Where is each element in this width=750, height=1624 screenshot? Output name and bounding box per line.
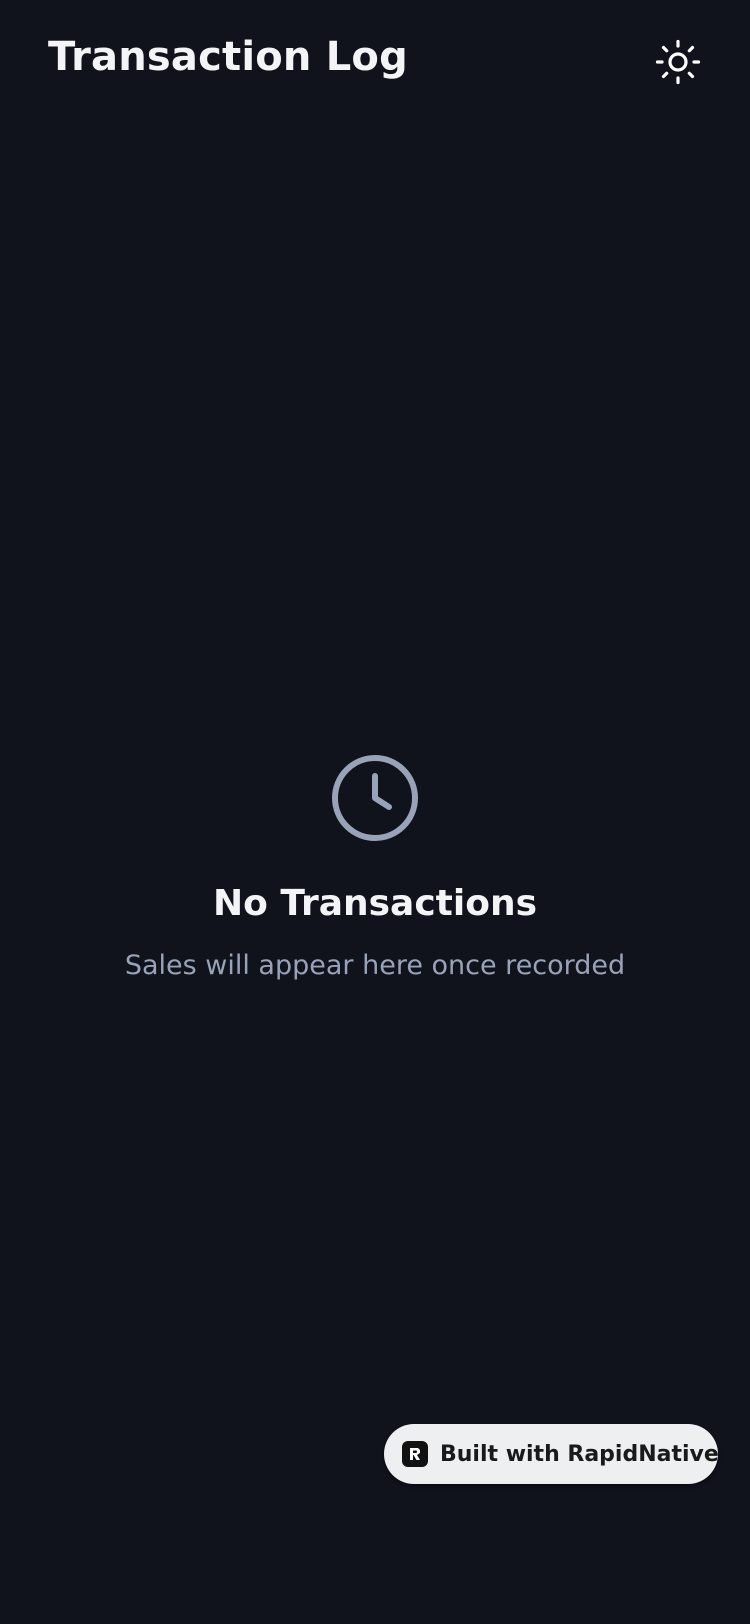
- theme-toggle-button[interactable]: [652, 36, 704, 88]
- badge-label: Built with RapidNative: [440, 1441, 719, 1467]
- empty-state-title: No Transactions: [212, 883, 538, 924]
- clock-icon: [332, 755, 418, 841]
- empty-state: No Transactions Sales will appear here o…: [0, 752, 750, 984]
- empty-state-subtitle: Sales will appear here once recorded: [124, 950, 626, 981]
- app-header: Transaction Log: [0, 0, 750, 120]
- built-with-rapidnative-badge[interactable]: Built with RapidNative: [384, 1424, 719, 1484]
- rapidnative-logo-icon: [402, 1441, 428, 1467]
- page-title: Transaction Log: [48, 34, 408, 80]
- sun-icon: [655, 39, 701, 85]
